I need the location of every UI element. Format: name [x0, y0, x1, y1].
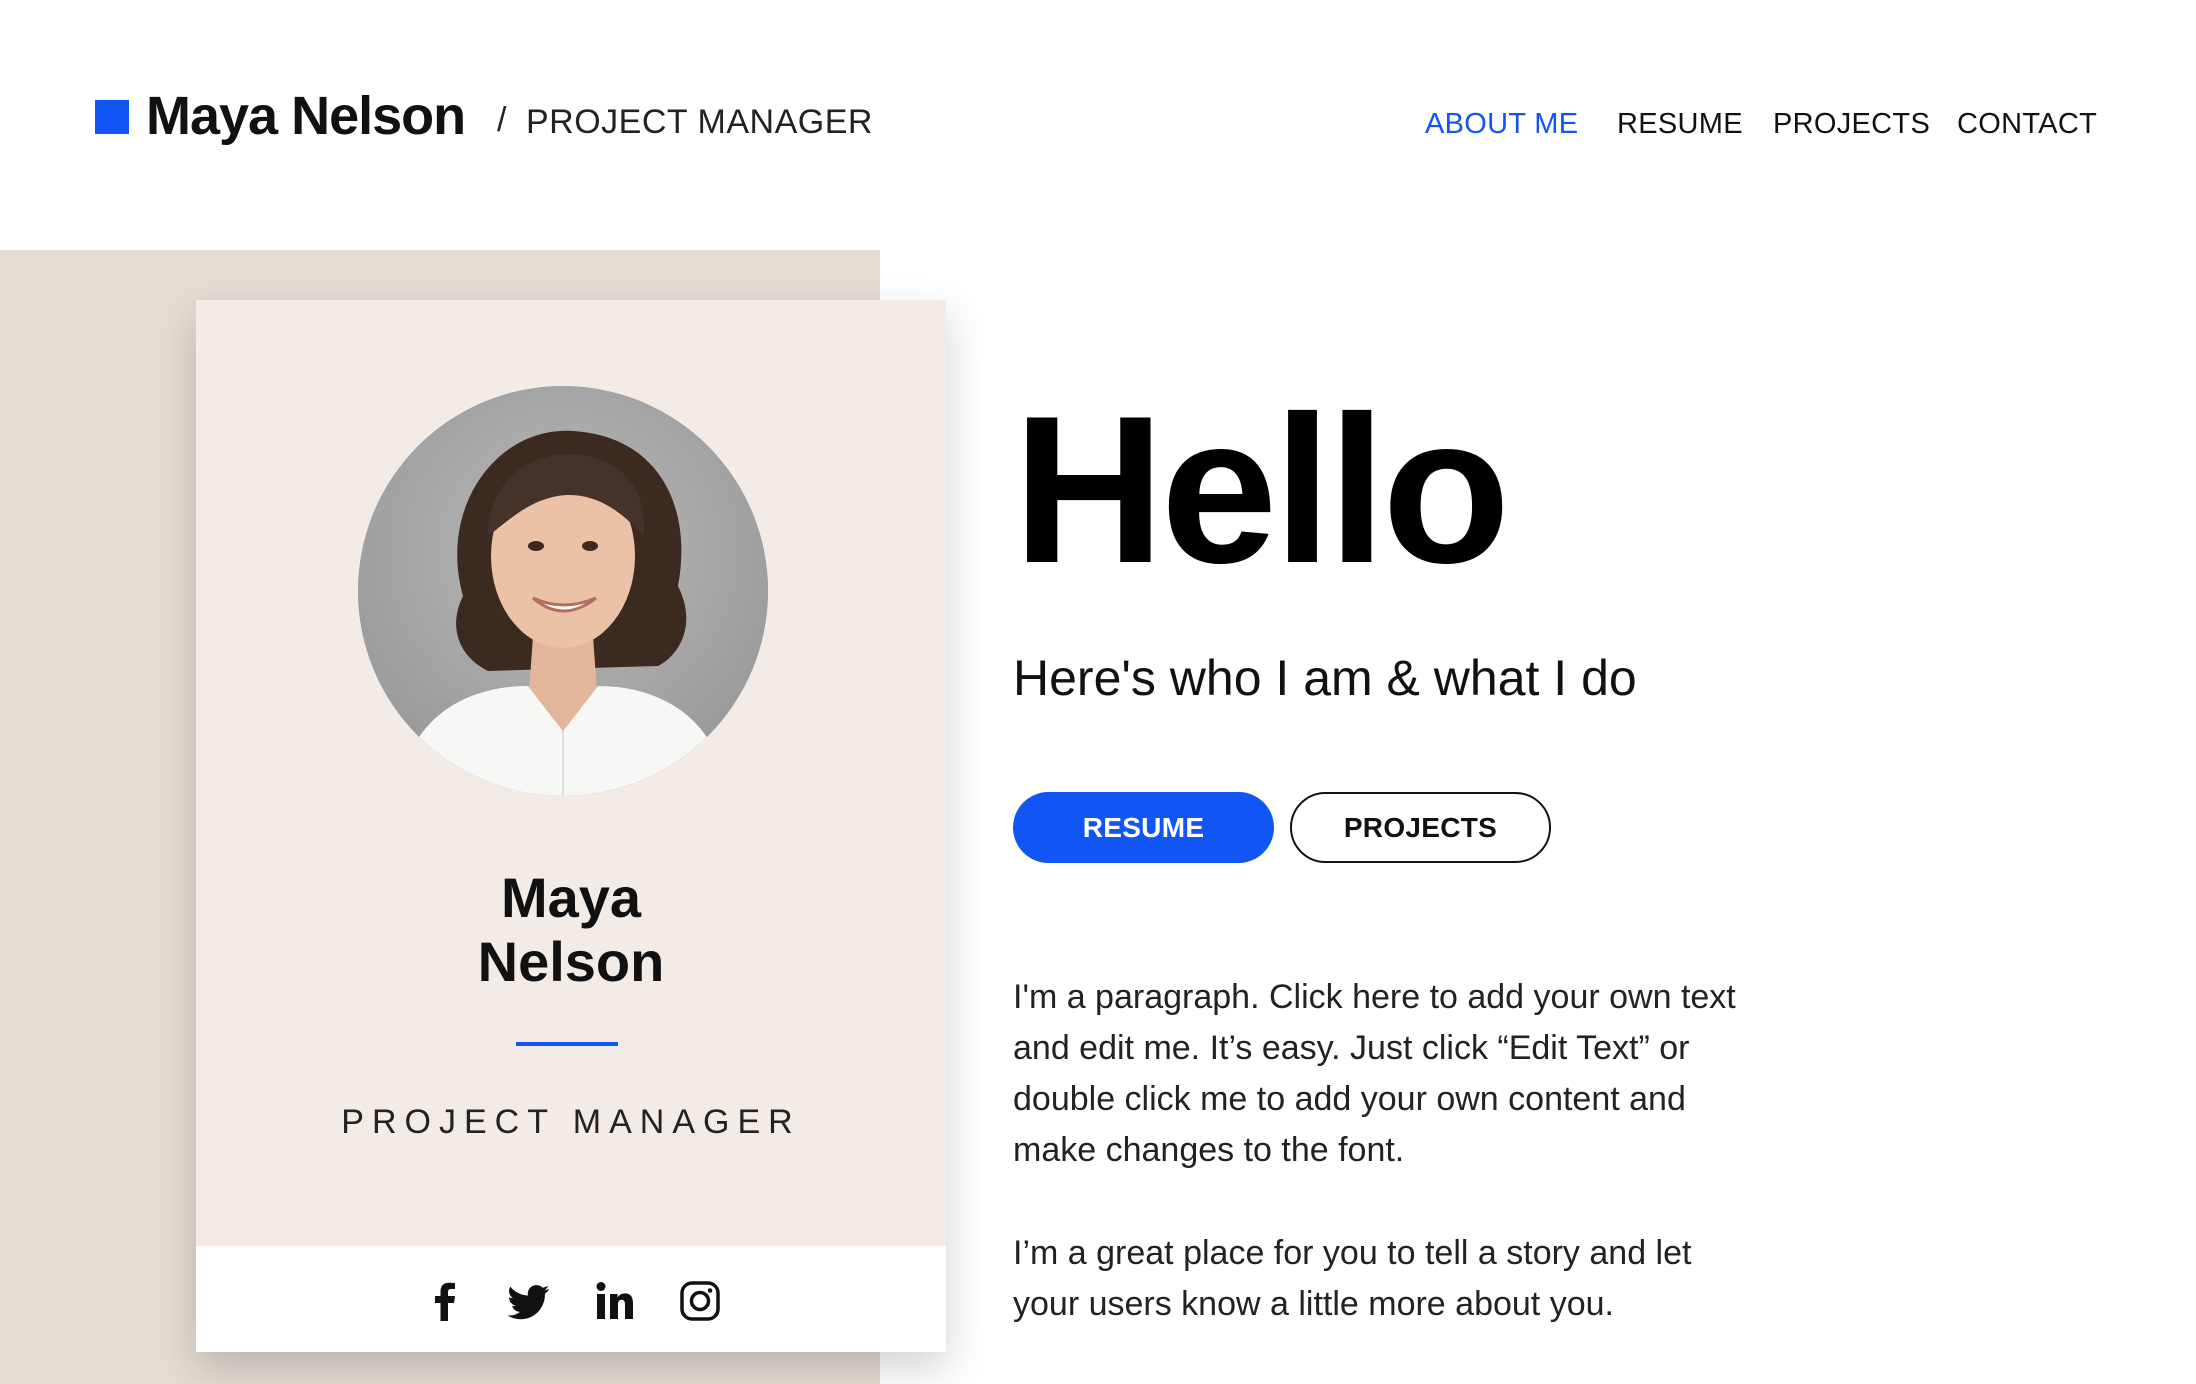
- avatar: [358, 386, 768, 796]
- projects-button[interactable]: PROJECTS: [1290, 792, 1551, 863]
- nav-projects[interactable]: PROJECTS: [1773, 106, 1930, 142]
- paragraph-line: I'm a paragraph. Click here to add your …: [1013, 978, 1736, 1016]
- hero-title: Hello: [1013, 372, 1510, 607]
- profile-photo: [358, 386, 768, 796]
- paragraph-line: make changes to the font.: [1013, 1131, 1405, 1169]
- facebook-icon[interactable]: [424, 1280, 466, 1322]
- paragraph-line: and edit me. It’s easy. Just click “Edit…: [1013, 1029, 1690, 1067]
- profile-card: Maya Nelson PROJECT MANAGER: [196, 300, 946, 1352]
- intro-paragraph: I'm a paragraph. Click here to add your …: [1013, 972, 1793, 1176]
- hero-subtitle: Here's who I am & what I do: [1013, 650, 1637, 706]
- card-name-last: Nelson: [477, 930, 665, 993]
- paragraph-line: I’m a great place for you to tell a stor…: [1013, 1234, 1692, 1272]
- nav-about-me[interactable]: ABOUT ME: [1425, 106, 1578, 142]
- linkedin-icon[interactable]: [594, 1280, 636, 1322]
- nav-resume[interactable]: RESUME: [1617, 106, 1743, 142]
- title-separator: /: [497, 101, 507, 139]
- paragraph-line: your users know a little more about you.: [1013, 1285, 1614, 1323]
- story-paragraph: I’m a great place for you to tell a stor…: [1013, 1228, 1793, 1330]
- nav-contact[interactable]: CONTACT: [1957, 106, 2097, 142]
- site-subtitle: PROJECT MANAGER: [526, 103, 873, 141]
- logo-square-icon: [95, 100, 129, 134]
- site-title[interactable]: Maya Nelson: [146, 84, 466, 148]
- paragraph-line: double click me to add your own content …: [1013, 1080, 1686, 1118]
- social-bar: [196, 1246, 946, 1352]
- instagram-icon[interactable]: [679, 1280, 721, 1322]
- twitter-icon[interactable]: [507, 1280, 550, 1322]
- card-role: PROJECT MANAGER: [341, 1103, 801, 1141]
- divider: [516, 1042, 618, 1046]
- card-name-first: Maya: [500, 866, 642, 929]
- resume-button[interactable]: RESUME: [1013, 792, 1274, 863]
